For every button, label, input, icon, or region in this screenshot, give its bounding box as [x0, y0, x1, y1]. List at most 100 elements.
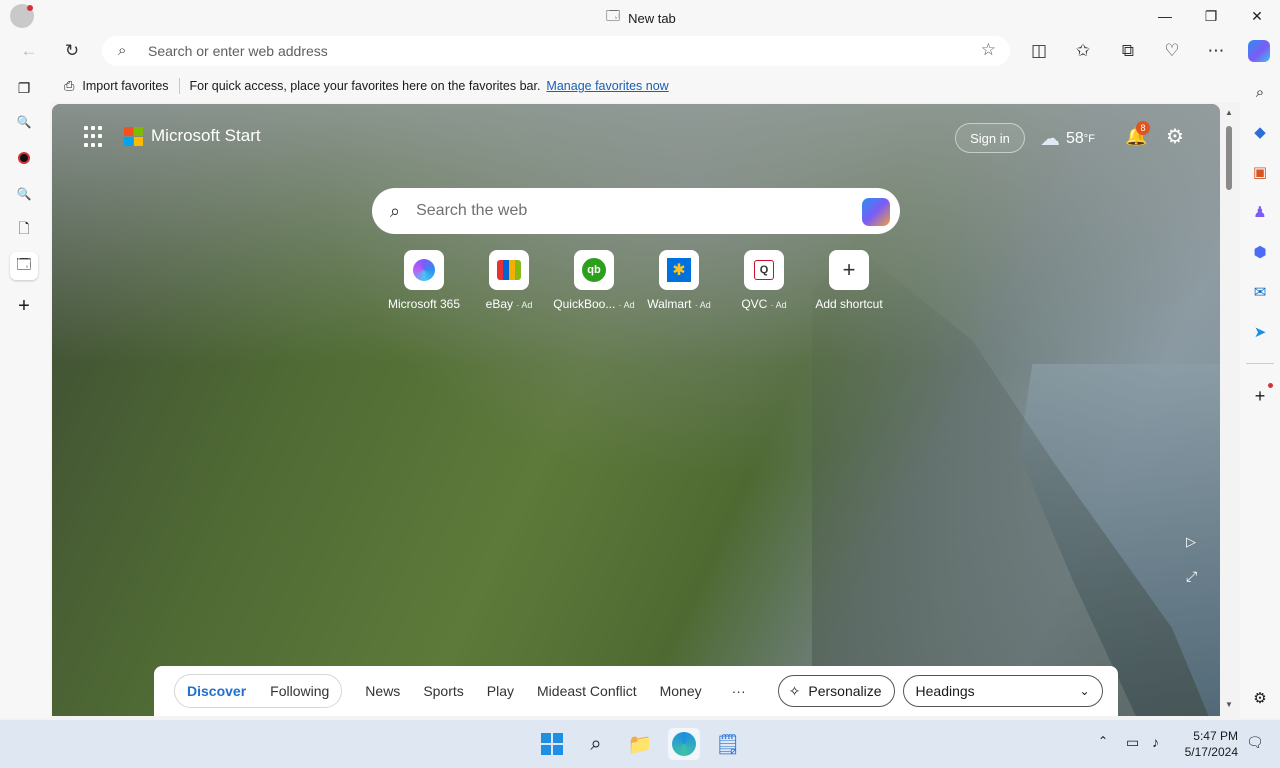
sidebar-search-icon[interactable]: ⌕	[1246, 78, 1274, 106]
title-bar: 🗔 New tab — ❐ ✕	[0, 0, 1280, 32]
ad-label: · Ad	[694, 300, 711, 310]
tab-following[interactable]: Following	[270, 683, 329, 699]
nav-sports[interactable]: Sports	[423, 683, 463, 699]
divider	[178, 78, 180, 94]
start-button-icon[interactable]	[536, 728, 568, 760]
sidebar-tools-icon[interactable]: ▣	[1246, 158, 1274, 186]
search-icon: ⌕	[118, 42, 127, 59]
split-screen-icon[interactable]: ◫	[1024, 36, 1054, 66]
clock-date: 5/17/2024	[1184, 745, 1238, 759]
nav-play[interactable]: Play	[487, 683, 514, 699]
walmart-icon: ✱	[659, 250, 699, 290]
page-scrollbar[interactable]: ▲ ▼	[1222, 104, 1236, 716]
nav-money[interactable]: Money	[660, 683, 702, 699]
clock-time: 5:47 PM	[1193, 729, 1238, 743]
show-hidden-icons-chevron-icon[interactable]: ⌃	[1098, 734, 1108, 748]
cloud-icon: ☁	[1040, 128, 1060, 150]
app-launcher-icon[interactable]	[84, 126, 106, 148]
microsoft-logo-icon	[124, 126, 143, 146]
plus-icon: +	[829, 250, 869, 290]
sparkle-icon: ✧	[788, 682, 801, 699]
favorite-star-icon[interactable]: ☆	[981, 40, 996, 60]
play-background-icon[interactable]: ▷	[1186, 534, 1196, 550]
microsoft-start-logo[interactable]: Microsoft Start	[124, 126, 261, 146]
sidebar-add-icon[interactable]: +	[1246, 382, 1274, 410]
chevron-down-icon: ⌄	[1079, 684, 1090, 698]
manage-favorites-link[interactable]: Manage favorites now	[546, 79, 668, 93]
personalize-label: Personalize	[808, 683, 882, 699]
tab-search-1-icon[interactable]: 🔍	[10, 108, 38, 136]
search-icon: ⌕	[390, 200, 401, 221]
personalize-button[interactable]: ✧ Personalize	[777, 675, 895, 707]
notification-center-icon[interactable]: 🗨	[1246, 734, 1264, 751]
new-tab-button[interactable]: +	[10, 292, 38, 320]
import-favorites-button[interactable]: Import favorites	[82, 79, 168, 93]
notifications-bell-icon[interactable]: 🔔 8	[1125, 121, 1150, 147]
volume-icon[interactable]: ♪	[1152, 734, 1159, 750]
taskbar-search-icon[interactable]: ⌕	[580, 728, 612, 760]
tab-new-tab-icon[interactable]: 🗔	[10, 252, 38, 280]
sidebar-m365-icon[interactable]: ⬢	[1246, 238, 1274, 266]
new-tab-page: Microsoft Start Sign in ☁ 58 °F 🔔 8 ⚙ ⌕ S…	[52, 104, 1220, 716]
sidebar-shopping-icon[interactable]: ◆	[1246, 118, 1274, 146]
address-bar[interactable]: ⌕ Search or enter web address ☆	[102, 36, 1010, 66]
sidebar-outlook-icon[interactable]: ✉	[1246, 278, 1274, 306]
headings-label: Headings	[915, 683, 975, 699]
page-settings-gear-icon[interactable]: ⚙	[1166, 124, 1184, 149]
network-icon[interactable]: ▭	[1126, 734, 1139, 751]
close-button[interactable]: ✕	[1234, 0, 1280, 32]
shortcut-qvc[interactable]: Q QVC · Ad	[719, 250, 809, 311]
collections-icon[interactable]: ⧉	[1113, 36, 1143, 66]
sidebar-settings-icon[interactable]: ⚙	[1246, 684, 1274, 712]
tab-search-2-icon[interactable]: 🔍	[10, 180, 38, 208]
shortcut-label: Add shortcut	[815, 297, 883, 311]
nav-more-button[interactable]: ···	[732, 683, 746, 699]
more-menu-icon[interactable]: ⋯	[1201, 36, 1231, 66]
nav-mideast-conflict[interactable]: Mideast Conflict	[537, 683, 637, 699]
sidebar-send-icon[interactable]: ➤	[1246, 318, 1274, 346]
nav-news[interactable]: News	[365, 683, 400, 699]
ad-label: · Ad	[516, 300, 533, 310]
notification-badge: 8	[1136, 121, 1150, 135]
sign-in-button[interactable]: Sign in	[955, 123, 1025, 153]
shortcut-ebay[interactable]: eBay · Ad	[464, 250, 554, 311]
shortcut-microsoft-365[interactable]: Microsoft 365	[379, 250, 469, 311]
browser-toolbar: ← ↻ ⌕ Search or enter web address ☆ ◫ ✩ …	[0, 32, 1280, 70]
edge-sidebar: ⌕ ◆ ▣ ♟ ⬢ ✉ ➤ + ⚙	[1240, 70, 1280, 718]
refresh-button[interactable]: ↻	[57, 36, 87, 66]
weather-temp: 58	[1066, 129, 1084, 147]
profile-avatar[interactable]	[10, 4, 34, 28]
web-search-box[interactable]: ⌕ Search the web	[372, 188, 900, 234]
ad-label: · Ad	[770, 300, 787, 310]
shortcut-walmart[interactable]: ✱ Walmart · Ad	[634, 250, 724, 311]
edge-browser-icon[interactable]	[668, 728, 700, 760]
back-button[interactable]: ←	[14, 36, 44, 66]
shortcut-quickbooks[interactable]: qb QuickBoo... · Ad	[549, 250, 639, 311]
tab-document-icon[interactable]: 🗋	[10, 216, 38, 244]
weather-widget[interactable]: ☁ 58 °F	[1040, 126, 1095, 151]
favorites-icon[interactable]: ✩	[1068, 36, 1098, 66]
shortcut-label: Walmart	[647, 297, 692, 311]
file-explorer-icon[interactable]: 📁	[624, 728, 656, 760]
scroll-thumb[interactable]	[1226, 126, 1232, 190]
quickbooks-icon: qb	[574, 250, 614, 290]
add-shortcut-button[interactable]: + Add shortcut	[804, 250, 894, 311]
microsoft-365-icon	[404, 250, 444, 290]
headings-dropdown[interactable]: Headings ⌄	[902, 675, 1103, 707]
scroll-down-arrow-icon[interactable]: ▼	[1225, 700, 1233, 709]
tab-record-icon[interactable]	[10, 144, 38, 172]
browser-essentials-icon[interactable]: ♡	[1157, 36, 1187, 66]
tab-actions-icon[interactable]: ❐	[10, 74, 38, 102]
scroll-up-arrow-icon[interactable]: ▲	[1225, 108, 1233, 117]
favorites-bar: ⎙ Import favorites For quick access, pla…	[50, 70, 1240, 102]
shortcut-label: QuickBoo...	[553, 297, 616, 311]
notepad-icon[interactable]: 🗒	[712, 728, 744, 760]
minimize-button[interactable]: —	[1142, 0, 1188, 32]
sidebar-games-icon[interactable]: ♟	[1246, 198, 1274, 226]
expand-background-icon[interactable]: ⤢	[1186, 568, 1197, 585]
restore-button[interactable]: ❐	[1188, 0, 1234, 32]
copilot-icon[interactable]	[1244, 36, 1274, 66]
copilot-search-icon[interactable]	[862, 198, 890, 226]
tab-discover[interactable]: Discover	[187, 683, 246, 699]
taskbar-clock[interactable]: 5:47 PM 5/17/2024	[1180, 728, 1238, 760]
